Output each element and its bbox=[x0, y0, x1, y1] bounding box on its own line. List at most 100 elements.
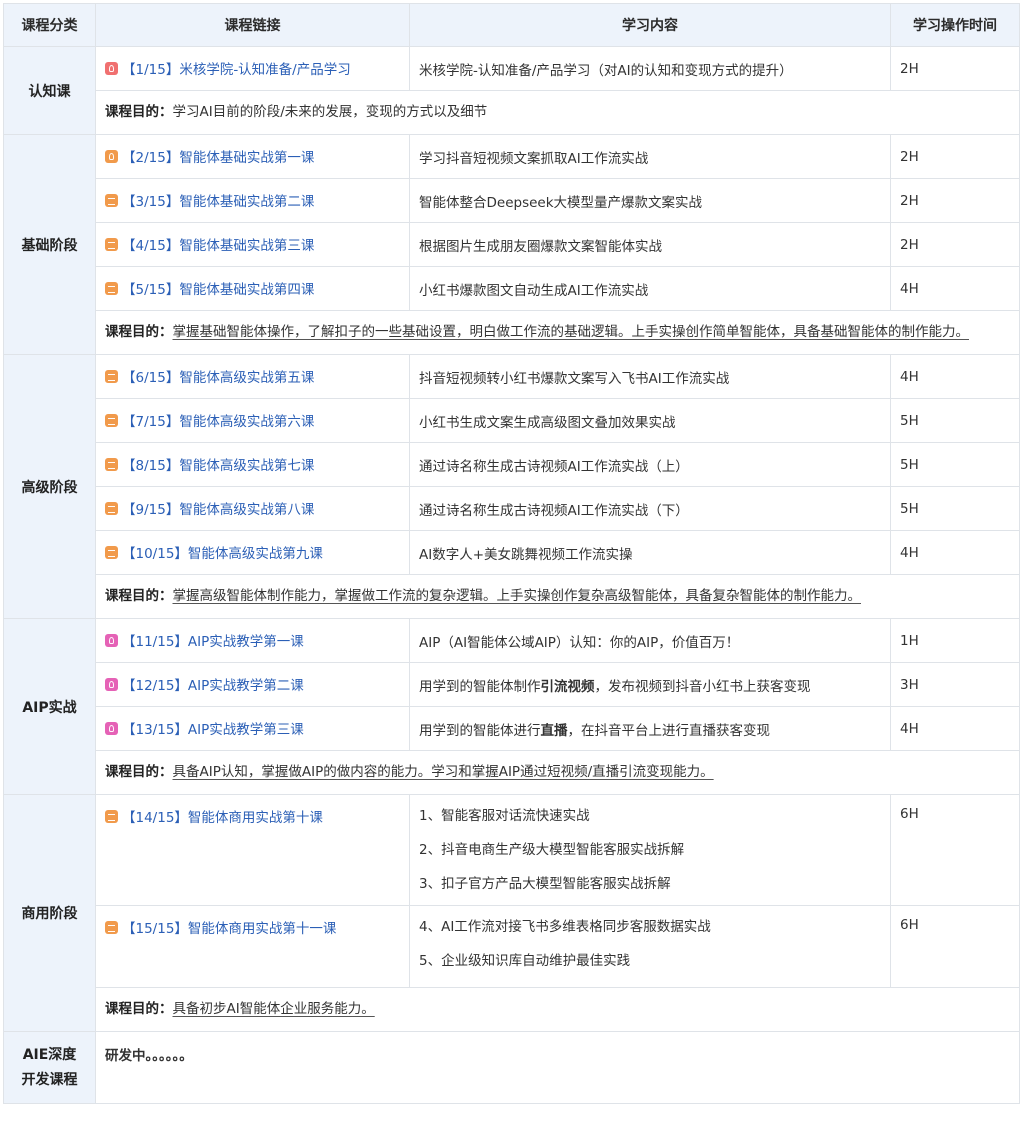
header-link: 课程链接 bbox=[95, 3, 410, 47]
link-cell: 【12/15】AIP实战教学第二课 bbox=[95, 662, 410, 707]
purpose-text: 具备初步AI智能体企业服务能力。 bbox=[172, 1001, 375, 1017]
content-text: 用学到的智能体进行 bbox=[419, 722, 541, 739]
course-link-label: 【5/15】智能体基础实战第四课 bbox=[122, 282, 315, 299]
category-cell: 基础阶段 bbox=[3, 134, 96, 355]
time-cell: 4H bbox=[890, 266, 1020, 311]
purpose-row: 课程目的：具备AIP认知，掌握做AIP的做内容的能力。学习和掌握AIP通过短视频… bbox=[4, 750, 1020, 795]
course-link-label: 【6/15】智能体高级实战第五课 bbox=[122, 370, 315, 387]
doc-icon bbox=[105, 809, 118, 823]
course-link[interactable]: 【12/15】AIP实战教学第二课 bbox=[105, 674, 304, 694]
purpose-text: 掌握基础智能体操作，了解扣子的一些基础设置，明白做工作流的基础逻辑。上手实操创作… bbox=[172, 324, 970, 340]
course-link-label: 【1/15】米核学院-认知准备/产品学习 bbox=[122, 62, 351, 79]
content-cell: 小红书爆款图文自动生成AI工作流实战 bbox=[409, 266, 891, 311]
time-cell: 5H bbox=[890, 398, 1020, 443]
course-link[interactable]: 【5/15】智能体基础实战第四课 bbox=[105, 278, 314, 298]
link-cell: 【9/15】智能体高级实战第八课 bbox=[95, 486, 410, 531]
table-row: 认知课 【1/15】米核学院-认知准备/产品学习 米核学院-认知准备/产品学习（… bbox=[3, 46, 1020, 135]
course-link[interactable]: 【4/15】智能体基础实战第三课 bbox=[105, 234, 314, 254]
purpose-label: 课程目的： bbox=[105, 588, 173, 604]
link-cell: 【2/15】智能体基础实战第一课 bbox=[95, 134, 410, 179]
category-cell: 商用阶段 bbox=[3, 794, 96, 1032]
header-time: 学习操作时间 bbox=[890, 3, 1020, 47]
category-cell: 认知课 bbox=[3, 46, 96, 135]
link-cell: 【1/15】米核学院-认知准备/产品学习 bbox=[95, 46, 410, 91]
content-cell: 1、智能客服对话流快速实战 2、抖音电商生产级大模型智能客服实战拆解 3、扣子官… bbox=[409, 794, 891, 906]
bulb-icon bbox=[105, 721, 118, 735]
purpose-label: 课程目的： bbox=[105, 1001, 173, 1017]
doc-icon bbox=[105, 457, 118, 471]
content-cell: 4、AI工作流对接飞书多维表格同步客服数据实战 5、企业级知识库自动维护最佳实践 bbox=[409, 905, 891, 988]
table-row: 【8/15】智能体高级实战第七课 通过诗名称生成古诗视频AI工作流实战（上） 5… bbox=[4, 442, 1020, 487]
purpose-text: 具备AIP认知，掌握做AIP的做内容的能力。学习和掌握AIP通过短视频/直播引流… bbox=[172, 764, 714, 780]
header-row: 课程分类 课程链接 学习内容 学习操作时间 bbox=[3, 3, 1020, 47]
course-link[interactable]: 【2/15】智能体基础实战第一课 bbox=[105, 146, 314, 166]
course-link-label: 【13/15】AIP实战教学第三课 bbox=[122, 722, 304, 739]
bulb-icon bbox=[105, 633, 118, 647]
link-cell: 【14/15】智能体商用实战第十课 bbox=[95, 794, 410, 906]
course-link[interactable]: 【7/15】智能体高级实战第六课 bbox=[105, 410, 314, 430]
purpose-label: 课程目的： bbox=[105, 104, 173, 120]
table-row: 基础阶段 【2/15】智能体基础实战第一课 学习抖音短视频文案抓取AI工作流实战… bbox=[3, 134, 1020, 355]
course-link-label: 【4/15】智能体基础实战第三课 bbox=[122, 238, 315, 255]
purpose-cell: 课程目的：掌握高级智能体制作能力，掌握做工作流的复杂逻辑。上手实操创作复杂高级智… bbox=[95, 574, 1020, 619]
course-link-label: 【8/15】智能体高级实战第七课 bbox=[122, 458, 315, 475]
course-link[interactable]: 【15/15】智能体商用实战第十一课 bbox=[105, 917, 336, 937]
content-line: 5、企业级知识库自动维护最佳实践 bbox=[419, 953, 631, 969]
bulb-icon bbox=[105, 61, 118, 75]
course-link-label: 【7/15】智能体高级实战第六课 bbox=[122, 414, 315, 431]
table-row: 高级阶段 【6/15】智能体高级实战第五课 抖音短视频转小红书爆款文案写入飞书A… bbox=[3, 354, 1020, 619]
purpose-label: 课程目的： bbox=[105, 324, 173, 340]
content-cell: 用学到的智能体制作引流视频，发布视频到抖音小红书上获客变现 bbox=[409, 662, 891, 707]
table-row: 【3/15】智能体基础实战第二课 智能体整合Deepseek大模型量产爆款文案实… bbox=[4, 178, 1020, 223]
purpose-cell: 课程目的：具备AIP认知，掌握做AIP的做内容的能力。学习和掌握AIP通过短视频… bbox=[95, 750, 1020, 795]
doc-icon bbox=[105, 501, 118, 515]
course-link[interactable]: 【14/15】智能体商用实战第十课 bbox=[105, 806, 323, 826]
header-category: 课程分类 bbox=[3, 3, 96, 47]
course-link[interactable]: 【3/15】智能体基础实战第二课 bbox=[105, 190, 314, 210]
course-link[interactable]: 【8/15】智能体高级实战第七课 bbox=[105, 454, 314, 474]
course-link-label: 【10/15】智能体高级实战第九课 bbox=[122, 546, 323, 563]
course-link[interactable]: 【6/15】智能体高级实战第五课 bbox=[105, 366, 314, 386]
table-row: 【7/15】智能体高级实战第六课 小红书生成文案生成高级图文叠加效果实战 5H bbox=[4, 398, 1020, 443]
course-link-label: 【12/15】AIP实战教学第二课 bbox=[122, 678, 304, 695]
time-cell: 6H bbox=[890, 905, 1020, 988]
time-cell: 5H bbox=[890, 486, 1020, 531]
link-cell: 【4/15】智能体基础实战第三课 bbox=[95, 222, 410, 267]
content-cell: 智能体整合Deepseek大模型量产爆款文案实战 bbox=[409, 178, 891, 223]
course-link[interactable]: 【11/15】AIP实战教学第一课 bbox=[105, 630, 304, 650]
doc-icon bbox=[105, 281, 118, 295]
doc-icon bbox=[105, 545, 118, 559]
course-link[interactable]: 【9/15】智能体高级实战第八课 bbox=[105, 498, 314, 518]
purpose-text: 掌握高级智能体制作能力，掌握做工作流的复杂逻辑。上手实操创作复杂高级智能体，具备… bbox=[172, 588, 862, 604]
time-cell: 2H bbox=[890, 46, 1020, 91]
course-link[interactable]: 【13/15】AIP实战教学第三课 bbox=[105, 718, 304, 738]
purpose-cell: 课程目的：掌握基础智能体操作，了解扣子的一些基础设置，明白做工作流的基础逻辑。上… bbox=[95, 310, 1020, 355]
table-row: 【13/15】AIP实战教学第三课 用学到的智能体进行直播，在抖音平台上进行直播… bbox=[4, 706, 1020, 751]
table-row: 【12/15】AIP实战教学第二课 用学到的智能体制作引流视频，发布视频到抖音小… bbox=[4, 662, 1020, 707]
table-row: 【4/15】智能体基础实战第三课 根据图片生成朋友圈爆款文案智能体实战 2H bbox=[4, 222, 1020, 267]
course-link[interactable]: 【1/15】米核学院-认知准备/产品学习 bbox=[105, 58, 351, 78]
purpose-row: 课程目的：学习AI目前的阶段/未来的发展，变现的方式以及细节 bbox=[4, 90, 1020, 135]
content-text: ，发布视频到抖音小红书上获客变现 bbox=[594, 678, 811, 695]
time-cell: 4H bbox=[890, 354, 1020, 399]
course-link-label: 【2/15】智能体基础实战第一课 bbox=[122, 150, 315, 167]
course-link[interactable]: 【10/15】智能体高级实战第九课 bbox=[105, 542, 323, 562]
time-cell: 2H bbox=[890, 134, 1020, 179]
doc-icon bbox=[105, 369, 118, 383]
content-cell: 学习抖音短视频文案抓取AI工作流实战 bbox=[409, 134, 891, 179]
time-cell: 2H bbox=[890, 178, 1020, 223]
time-cell: 5H bbox=[890, 442, 1020, 487]
time-cell: 6H bbox=[890, 794, 1020, 906]
course-table: 课程分类 课程链接 学习内容 学习操作时间 认知课 【1/15】米核学院-认知准… bbox=[3, 3, 1020, 1104]
link-cell: 【11/15】AIP实战教学第一课 bbox=[95, 618, 410, 663]
content-cell: 用学到的智能体进行直播，在抖音平台上进行直播获客变现 bbox=[409, 706, 891, 751]
purpose-row: 课程目的：具备初步AI智能体企业服务能力。 bbox=[4, 987, 1020, 1032]
link-cell: 【3/15】智能体基础实战第二课 bbox=[95, 178, 410, 223]
content-cell: 通过诗名称生成古诗视频AI工作流实战（下） bbox=[409, 486, 891, 531]
category-cell: AIE深度 开发课程 bbox=[3, 1031, 96, 1104]
link-cell: 【15/15】智能体商用实战第十一课 bbox=[95, 905, 410, 988]
purpose-label: 课程目的： bbox=[105, 764, 173, 780]
table-row: 商用阶段 【14/15】智能体商用实战第十课 1、智能客服对话流快速实战 2、抖… bbox=[3, 794, 1020, 1032]
link-cell: 【8/15】智能体高级实战第七课 bbox=[95, 442, 410, 487]
content-line: 3、扣子官方产品大模型智能客服实战拆解 bbox=[419, 876, 671, 892]
